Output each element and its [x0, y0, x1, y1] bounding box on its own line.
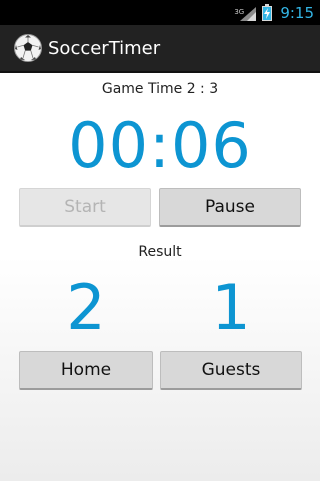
signal-indicator: 3G: [234, 5, 257, 21]
status-bar: 3G 9:15: [0, 0, 320, 25]
home-score: 2: [66, 271, 106, 344]
battery-charging-icon: [262, 4, 273, 21]
status-icons: 3G 9:15: [234, 0, 314, 25]
pause-button[interactable]: Pause: [159, 188, 301, 227]
timer-display: 00:06: [68, 109, 252, 182]
soccer-ball-icon: [14, 34, 42, 62]
start-button[interactable]: Start: [19, 188, 151, 227]
guests-score: 1: [211, 271, 251, 344]
result-label: Result: [138, 244, 182, 260]
game-time-label: Game Time 2 : 3: [101, 81, 219, 97]
action-bar: SoccerTimer: [0, 25, 320, 73]
main-content: Game Time 2 : 3 00:06 Start Pause Result…: [0, 73, 320, 481]
signal-icon: [240, 6, 257, 21]
guests-button[interactable]: Guests: [160, 351, 302, 390]
status-clock: 9:15: [280, 3, 314, 22]
home-button[interactable]: Home: [19, 351, 153, 390]
app-title: SoccerTimer: [48, 37, 161, 59]
